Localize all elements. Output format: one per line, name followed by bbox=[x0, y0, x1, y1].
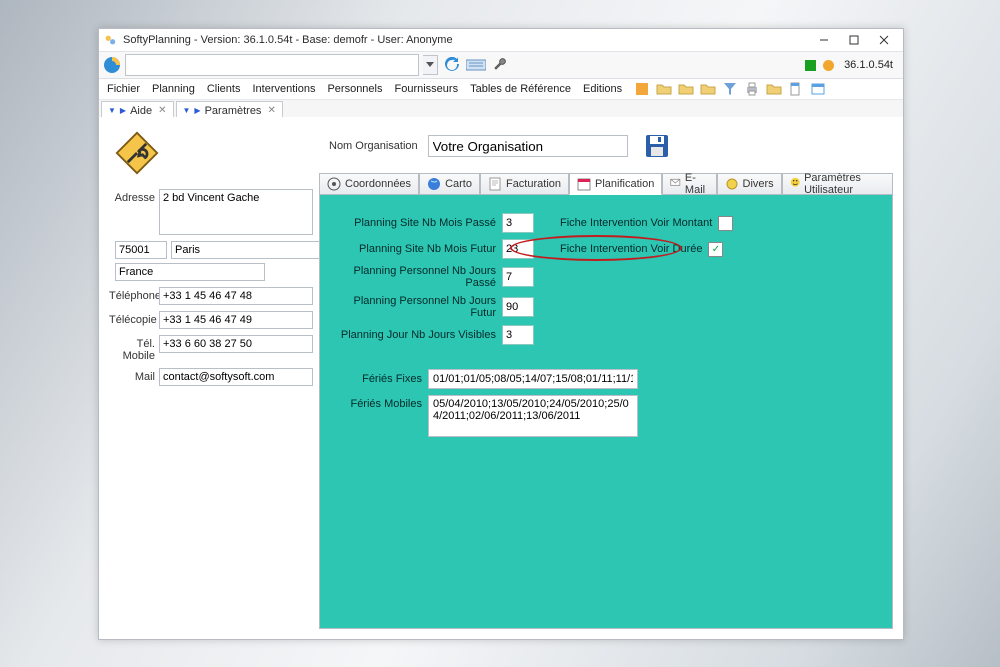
site-futur-label: Planning Site Nb Mois Futur bbox=[326, 243, 502, 255]
toolbar-folder1-icon[interactable] bbox=[656, 81, 672, 97]
phone-label: Téléphone bbox=[109, 287, 159, 302]
minimize-button[interactable] bbox=[809, 30, 839, 50]
org-name-label: Nom Organisation bbox=[329, 140, 418, 152]
close-icon[interactable]: ✕ bbox=[267, 105, 275, 116]
app-icon bbox=[103, 33, 117, 47]
toolbar-folder2-icon[interactable] bbox=[678, 81, 694, 97]
triangle-down-icon: ▼ bbox=[183, 106, 191, 115]
window-title: SoftyPlanning - Version: 36.1.0.54t - Ba… bbox=[123, 34, 453, 46]
menu-clients[interactable]: Clients bbox=[201, 81, 247, 97]
org-details: Adresse Téléphone Télécopie Tél. Mobile bbox=[109, 131, 313, 392]
version-label: 36.1.0.54t bbox=[844, 59, 893, 71]
fiche-duree-checkbox[interactable]: ✓ bbox=[708, 242, 723, 257]
triangle-down-icon: ▼ bbox=[108, 106, 116, 115]
menu-planning[interactable]: Planning bbox=[146, 81, 201, 97]
mobile-label: Tél. Mobile bbox=[109, 335, 159, 362]
keyboard-icon[interactable] bbox=[466, 55, 486, 75]
triangle-right-icon: ▶ bbox=[120, 106, 126, 115]
calendar-icon bbox=[577, 177, 591, 191]
status-orange-dot bbox=[823, 60, 834, 71]
fiche-montant-label: Fiche Intervention Voir Montant bbox=[560, 217, 712, 229]
misc-icon bbox=[725, 177, 739, 191]
feries-fixes-input[interactable] bbox=[428, 369, 638, 389]
tab-coordonnees[interactable]: Coordonnées bbox=[319, 173, 419, 195]
settings-tabs: Coordonnées Carto Facturation Planificat… bbox=[319, 173, 893, 629]
toolbar-folder3-icon[interactable] bbox=[700, 81, 716, 97]
save-icon[interactable] bbox=[644, 133, 670, 159]
tab-user-params[interactable]: Paramètres Utilisateur bbox=[782, 173, 893, 195]
tab-label: Paramètres bbox=[205, 105, 262, 117]
pers-past-input[interactable] bbox=[502, 267, 534, 287]
tab-facturation[interactable]: Facturation bbox=[480, 173, 569, 195]
invoice-icon bbox=[488, 177, 502, 191]
menu-editions[interactable]: Editions bbox=[577, 81, 628, 97]
planification-panel: Planning Site Nb Mois Passé Fiche Interv… bbox=[319, 195, 893, 629]
status-green-dot bbox=[805, 60, 816, 71]
fax-label: Télécopie bbox=[109, 311, 159, 326]
country-input[interactable] bbox=[115, 263, 265, 281]
mail-icon bbox=[670, 177, 681, 191]
city-input[interactable] bbox=[171, 241, 321, 259]
zip-input[interactable] bbox=[115, 241, 167, 259]
fiche-duree-label: Fiche Intervention Voir Durée bbox=[560, 243, 702, 255]
address-bar: 36.1.0.54t bbox=[99, 52, 903, 79]
menu-personnels[interactable]: Personnels bbox=[321, 81, 388, 97]
address-input[interactable] bbox=[159, 189, 313, 235]
toolbar-window-icon[interactable] bbox=[810, 81, 826, 97]
mobile-input[interactable] bbox=[159, 335, 313, 353]
feries-mobiles-label: Fériés Mobiles bbox=[326, 395, 428, 410]
feries-mobiles-input[interactable] bbox=[428, 395, 638, 437]
org-header: Nom Organisation bbox=[329, 133, 670, 159]
world-icon bbox=[427, 177, 441, 191]
feries-fixes-label: Fériés Fixes bbox=[326, 373, 428, 385]
org-name-input[interactable] bbox=[428, 135, 628, 157]
fiche-montant-checkbox[interactable] bbox=[718, 216, 733, 231]
toolbar-filter-icon[interactable] bbox=[722, 81, 738, 97]
menu-interventions[interactable]: Interventions bbox=[246, 81, 321, 97]
tab-carto[interactable]: Carto bbox=[419, 173, 480, 195]
refresh-icon[interactable] bbox=[442, 55, 462, 75]
address-input[interactable] bbox=[125, 54, 419, 76]
pers-past-label: Planning Personnel Nb Jours Passé bbox=[326, 265, 502, 289]
pers-futur-input[interactable] bbox=[502, 297, 534, 317]
site-past-label: Planning Site Nb Mois Passé bbox=[326, 217, 502, 229]
site-futur-input[interactable] bbox=[502, 239, 534, 259]
maximize-button[interactable] bbox=[839, 30, 869, 50]
fax-input[interactable] bbox=[159, 311, 313, 329]
internet-icon bbox=[103, 56, 121, 74]
toolbar-book-icon[interactable] bbox=[634, 81, 650, 97]
smiley-icon bbox=[790, 177, 800, 191]
tab-planification[interactable]: Planification bbox=[569, 173, 662, 195]
menu-fichier[interactable]: Fichier bbox=[101, 81, 146, 97]
wrench-icon[interactable] bbox=[490, 55, 510, 75]
tab-label: Aide bbox=[130, 105, 152, 117]
mail-label: Mail bbox=[109, 368, 159, 383]
menu-fournisseurs[interactable]: Fournisseurs bbox=[389, 81, 465, 97]
mail-input[interactable] bbox=[159, 368, 313, 386]
jours-visibles-input[interactable] bbox=[502, 325, 534, 345]
tools-icon bbox=[115, 131, 159, 175]
tab-divers[interactable]: Divers bbox=[717, 173, 782, 195]
close-button[interactable] bbox=[869, 30, 899, 50]
pers-futur-label: Planning Personnel Nb Jours Futur bbox=[326, 295, 502, 319]
triangle-right-icon: ▶ bbox=[194, 106, 200, 115]
content-area: Nom Organisation Adresse bbox=[99, 117, 903, 639]
toolbar-file-icon[interactable] bbox=[788, 81, 804, 97]
address-label: Adresse bbox=[109, 189, 159, 204]
site-past-input[interactable] bbox=[502, 213, 534, 233]
app-window: SoftyPlanning - Version: 36.1.0.54t - Ba… bbox=[98, 28, 904, 640]
phone-input[interactable] bbox=[159, 287, 313, 305]
toolbar-print-icon[interactable] bbox=[744, 81, 760, 97]
close-icon[interactable]: ✕ bbox=[158, 105, 166, 116]
menu-tables[interactable]: Tables de Référence bbox=[464, 81, 577, 97]
menubar: Fichier Planning Clients Interventions P… bbox=[99, 79, 903, 100]
target-icon bbox=[327, 177, 341, 191]
address-dropdown[interactable] bbox=[423, 55, 438, 75]
titlebar: SoftyPlanning - Version: 36.1.0.54t - Ba… bbox=[99, 29, 903, 52]
jours-visibles-label: Planning Jour Nb Jours Visibles bbox=[326, 329, 502, 341]
tab-email[interactable]: E-Mail bbox=[662, 173, 716, 195]
toolbar-folder4-icon[interactable] bbox=[766, 81, 782, 97]
